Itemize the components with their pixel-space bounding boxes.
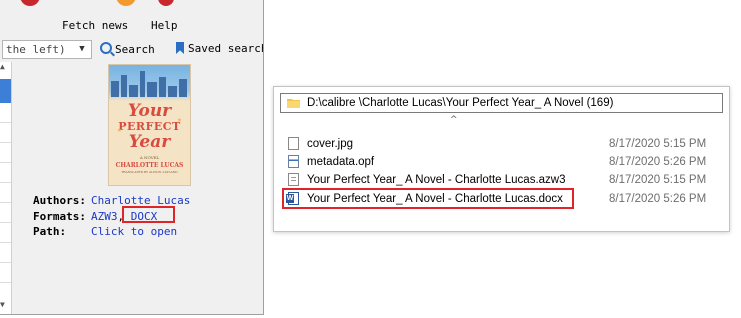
list-row-divider bbox=[0, 282, 11, 283]
list-row-divider bbox=[0, 242, 11, 243]
opf-file-icon bbox=[288, 155, 299, 168]
address-path: D:\calibre \Charlotte Lucas\Your Perfect… bbox=[307, 97, 614, 109]
path-label: Path: bbox=[33, 225, 67, 238]
cover-title-line: Year bbox=[128, 132, 171, 152]
file-date: 8/17/2020 5:15 PM bbox=[609, 174, 707, 186]
path-link[interactable]: Click to open bbox=[91, 225, 177, 238]
cover-building bbox=[159, 77, 166, 97]
folder-icon bbox=[287, 99, 300, 108]
file-row[interactable]: Your Perfect Year_ A Novel - Charlotte L… bbox=[284, 171, 724, 189]
book-list-edge[interactable] bbox=[0, 62, 12, 314]
path-row: Path: Click to open bbox=[33, 225, 177, 238]
fetch-news-button[interactable]: Fetch news bbox=[62, 19, 128, 32]
file-icon bbox=[288, 137, 299, 150]
file-name: Your Perfect Year_ A Novel - Charlotte L… bbox=[307, 174, 566, 186]
chevron-down-icon[interactable]: ▼ bbox=[73, 41, 91, 58]
address-bar[interactable]: D:\calibre \Charlotte Lucas\Your Perfect… bbox=[280, 93, 723, 113]
list-row-divider bbox=[0, 142, 11, 143]
list-row-divider bbox=[0, 162, 11, 163]
cover-building bbox=[121, 75, 127, 97]
list-row-divider bbox=[0, 182, 11, 183]
docx-file-highlight-box bbox=[282, 188, 574, 209]
search-button[interactable]: Search bbox=[100, 42, 155, 56]
azw3-file-icon bbox=[288, 173, 299, 186]
bookmark-icon bbox=[176, 42, 184, 54]
cover-building bbox=[168, 86, 177, 97]
docx-format-highlight-box bbox=[122, 206, 175, 223]
selected-row-highlight bbox=[0, 79, 11, 103]
cover-author: CHARLOTTE LUCAS bbox=[115, 162, 184, 169]
book-cover[interactable]: Your PERFECT Year A NOVEL CHARLOTTE LUCA… bbox=[108, 64, 191, 186]
saved-search-button[interactable]: Saved search bbox=[176, 42, 264, 55]
calibre-panel: Fetch news Help the left) ▼ Search Saved… bbox=[0, 0, 264, 315]
list-row-divider bbox=[0, 262, 11, 263]
help-button[interactable]: Help bbox=[151, 19, 178, 32]
file-row[interactable]: cover.jpg 8/17/2020 5:15 PM bbox=[284, 135, 724, 153]
toolbar-icon[interactable] bbox=[20, 0, 40, 6]
format-azw3-link[interactable]: AZW3 bbox=[91, 210, 118, 223]
search-button-label: Search bbox=[115, 43, 155, 56]
sort-caret-icon[interactable]: ^ bbox=[450, 115, 458, 125]
list-row-divider bbox=[0, 222, 11, 223]
file-name: metadata.opf bbox=[307, 156, 375, 168]
cover-building bbox=[179, 79, 187, 97]
file-explorer-window: D:\calibre \Charlotte Lucas\Your Perfect… bbox=[273, 86, 730, 232]
cover-building bbox=[111, 81, 119, 97]
star-icon: ★ bbox=[117, 125, 122, 134]
authors-label: Authors: bbox=[33, 194, 86, 207]
cover-subtitle: A NOVEL bbox=[139, 155, 160, 160]
formats-label: Formats: bbox=[33, 210, 86, 223]
file-name: cover.jpg bbox=[307, 138, 354, 150]
cover-building bbox=[140, 71, 145, 97]
file-date: 8/17/2020 5:26 PM bbox=[609, 193, 707, 205]
search-combo-text: the left) bbox=[6, 43, 66, 56]
cover-building bbox=[147, 82, 157, 97]
cover-tagline: TRANSLATED BY ALISON LAYLAND bbox=[121, 170, 178, 174]
cover-building bbox=[129, 85, 138, 97]
list-row-divider bbox=[0, 122, 11, 123]
search-icon bbox=[100, 42, 112, 54]
list-row-divider bbox=[0, 202, 11, 203]
scroll-down-icon[interactable]: ▼ bbox=[0, 300, 5, 309]
file-date: 8/17/2020 5:26 PM bbox=[609, 156, 707, 168]
fetch-news-icon[interactable] bbox=[158, 0, 174, 6]
star-icon: ★ bbox=[177, 115, 182, 124]
help-icon[interactable] bbox=[116, 0, 136, 6]
scroll-up-icon[interactable]: ▲ bbox=[0, 62, 5, 71]
saved-search-label: Saved search bbox=[188, 42, 264, 55]
search-combo-box[interactable]: the left) ▼ bbox=[2, 40, 92, 59]
file-row[interactable]: metadata.opf 8/17/2020 5:26 PM bbox=[284, 153, 724, 171]
file-date: 8/17/2020 5:15 PM bbox=[609, 138, 707, 150]
